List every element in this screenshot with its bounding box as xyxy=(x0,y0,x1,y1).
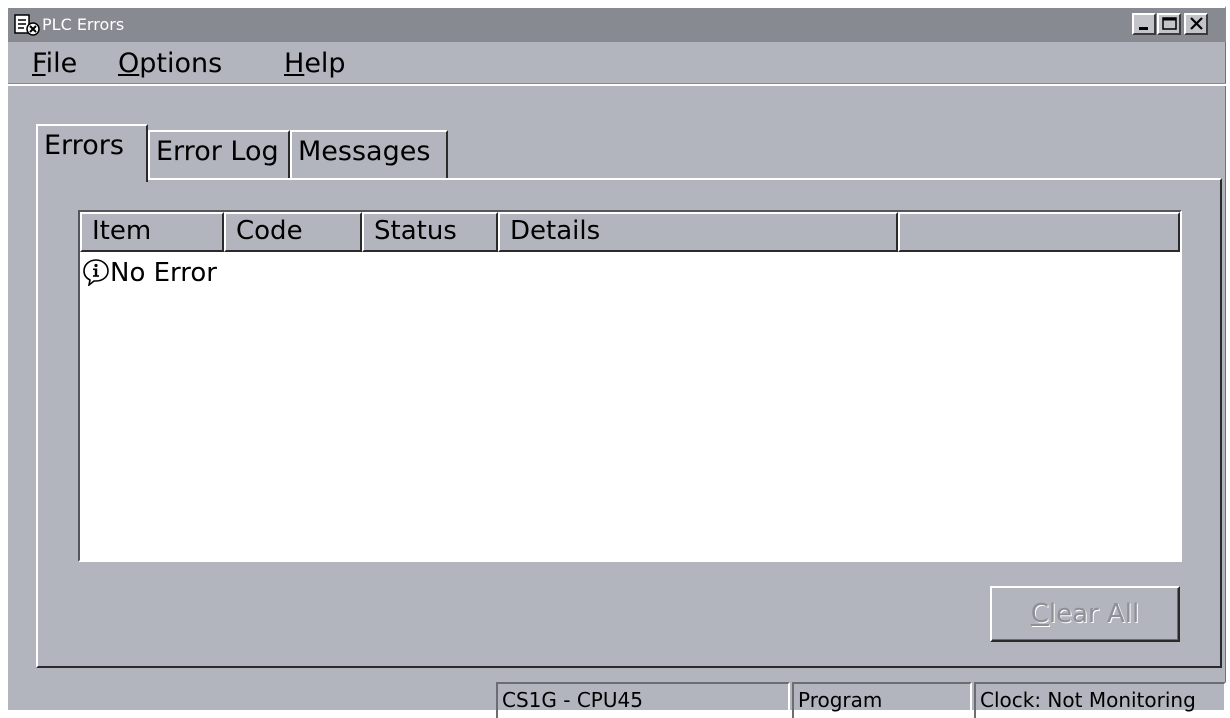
tab-error-log-label: Error Log xyxy=(156,136,279,167)
table-row[interactable]: No Error xyxy=(82,256,230,290)
clear-all-label: lear All xyxy=(1048,599,1140,629)
plc-errors-window: PLC Errors File Options Help Errors Erro… xyxy=(6,6,1226,718)
menu-help-label: elp xyxy=(304,48,346,79)
menu-options-label: ptions xyxy=(139,48,223,79)
maximize-button[interactable] xyxy=(1157,13,1181,35)
column-header-code[interactable]: Code xyxy=(224,212,362,252)
menu-help-accel: H xyxy=(284,48,305,79)
clear-all-accel: C xyxy=(1030,599,1049,629)
tab-errors[interactable]: Errors xyxy=(36,124,148,182)
column-item-label: Item xyxy=(92,216,152,246)
status-mode: Program xyxy=(792,682,972,718)
minimize-icon xyxy=(1139,27,1148,30)
tab-messages-label: Messages xyxy=(298,136,431,167)
clear-all-button[interactable]: Clear All xyxy=(990,586,1180,642)
status-plc-model-text: CS1G - CPU45 xyxy=(502,688,643,712)
maximize-icon xyxy=(1162,17,1177,30)
status-clock-text: Clock: Not Monitoring xyxy=(980,688,1196,712)
status-clock: Clock: Not Monitoring xyxy=(974,682,1226,718)
menu-options[interactable]: Options xyxy=(118,46,222,82)
errors-list-header: Item Code Status Details xyxy=(80,212,1180,252)
status-plc-model: CS1G - CPU45 xyxy=(496,682,790,718)
menu-file[interactable]: File xyxy=(32,46,77,82)
menu-separator xyxy=(8,83,1226,84)
column-header-item[interactable]: Item xyxy=(80,212,224,252)
column-header-status[interactable]: Status xyxy=(362,212,498,252)
tab-errors-label: Errors xyxy=(44,130,124,161)
info-icon xyxy=(82,258,110,295)
tab-messages[interactable]: Messages xyxy=(290,130,448,178)
window-title: PLC Errors xyxy=(42,15,125,34)
menu-file-label: ile xyxy=(45,48,78,79)
column-header-empty[interactable] xyxy=(898,212,1180,252)
errors-list[interactable]: Item Code Status Details No Error xyxy=(78,210,1182,562)
menu-help[interactable]: Help xyxy=(284,46,346,82)
column-header-details[interactable]: Details xyxy=(498,212,898,252)
column-status-label: Status xyxy=(374,216,457,246)
menu-file-accel: F xyxy=(32,48,46,79)
minimize-button[interactable] xyxy=(1132,13,1156,35)
close-icon xyxy=(1190,17,1203,30)
status-mode-text: Program xyxy=(798,688,883,712)
tab-error-log[interactable]: Error Log xyxy=(148,130,290,178)
column-details-label: Details xyxy=(510,216,601,246)
close-button[interactable] xyxy=(1184,13,1208,35)
menu-bar: File Options Help xyxy=(8,42,1226,86)
title-bar[interactable]: PLC Errors xyxy=(8,8,1226,42)
menu-options-accel: O xyxy=(118,48,140,79)
plc-errors-app-icon xyxy=(14,14,40,36)
column-code-label: Code xyxy=(236,216,303,246)
row-item-text: No Error xyxy=(110,258,217,288)
